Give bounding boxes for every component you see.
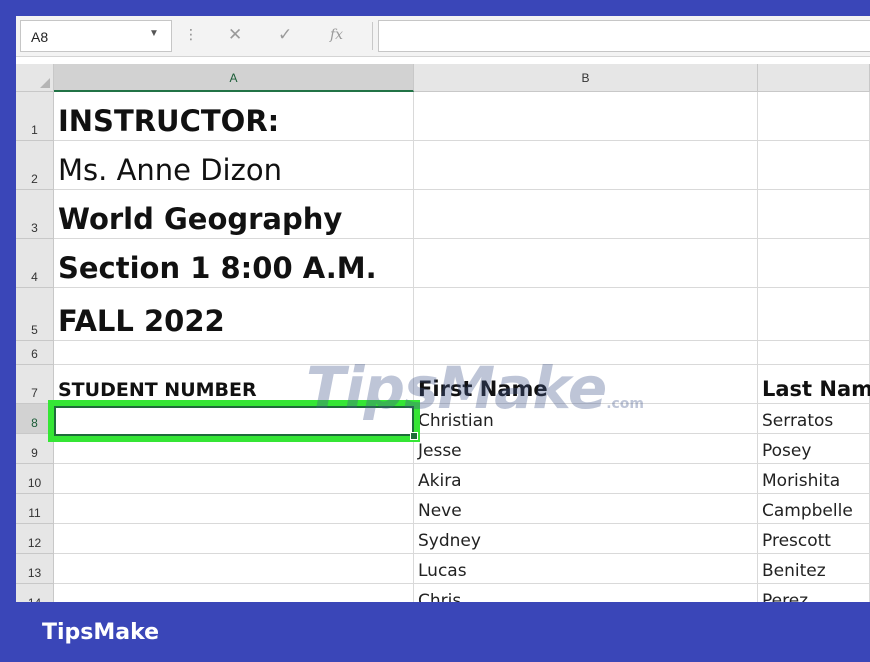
row-header[interactable]: 10 bbox=[16, 464, 54, 494]
cell-c6[interactable] bbox=[758, 341, 870, 365]
row-header[interactable]: 3 bbox=[16, 190, 54, 239]
name-box-value: A8 bbox=[31, 29, 49, 45]
cell-a14[interactable] bbox=[54, 584, 414, 602]
cell-a13[interactable] bbox=[54, 554, 414, 584]
cell-c10[interactable]: Morishita bbox=[758, 464, 870, 494]
cell-a9[interactable] bbox=[54, 434, 414, 464]
cell-c1[interactable] bbox=[758, 92, 870, 141]
cell-c2[interactable] bbox=[758, 141, 870, 190]
row-header[interactable]: 13 bbox=[16, 554, 54, 584]
cell-a6[interactable] bbox=[54, 341, 414, 365]
cell-b8[interactable]: Christian bbox=[414, 404, 758, 434]
cell-b6[interactable] bbox=[414, 341, 758, 365]
cell-b5[interactable] bbox=[414, 288, 758, 341]
more-options-icon[interactable]: ⋮ bbox=[184, 26, 198, 43]
formula-bar: A8 ▼ ⋮ ✕ ✓ fx bbox=[16, 16, 870, 57]
cell-a2[interactable]: Ms. Anne Dizon bbox=[54, 141, 414, 190]
cell-c11[interactable]: Campbelle bbox=[758, 494, 870, 524]
row-header[interactable]: 12 bbox=[16, 524, 54, 554]
close-icon[interactable]: ✕ bbox=[228, 25, 242, 45]
cell-a11[interactable] bbox=[54, 494, 414, 524]
cell-b12[interactable]: Sydney bbox=[414, 524, 758, 554]
formula-bar-divider bbox=[372, 22, 373, 50]
selected-cell-a8[interactable] bbox=[48, 400, 420, 442]
row-header[interactable]: 6 bbox=[16, 341, 54, 365]
chevron-down-icon[interactable]: ▼ bbox=[149, 28, 159, 39]
cell-a4[interactable]: Section 1 8:00 A.M. bbox=[54, 239, 414, 288]
row-header[interactable]: 1 bbox=[16, 92, 54, 141]
column-header-c[interactable] bbox=[758, 64, 870, 92]
cell-a5[interactable]: FALL 2022 bbox=[54, 288, 414, 341]
cell-b9[interactable]: Jesse bbox=[414, 434, 758, 464]
cell-b3[interactable] bbox=[414, 190, 758, 239]
spreadsheet-grid: A B 1 INSTRUCTOR: 2 Ms. Anne Dizon 3 Wor… bbox=[16, 64, 870, 602]
cell-c13[interactable]: Benitez bbox=[758, 554, 870, 584]
cell-b11[interactable]: Neve bbox=[414, 494, 758, 524]
name-box[interactable]: A8 ▼ bbox=[20, 20, 172, 52]
cell-b2[interactable] bbox=[414, 141, 758, 190]
row-header[interactable]: 9 bbox=[16, 434, 54, 464]
cell-b13[interactable]: Lucas bbox=[414, 554, 758, 584]
row-header[interactable]: 5 bbox=[16, 288, 54, 341]
cell-a7[interactable]: STUDENT NUMBER bbox=[54, 365, 414, 404]
select-all-button[interactable] bbox=[16, 64, 54, 92]
cell-c5[interactable] bbox=[758, 288, 870, 341]
column-header-b[interactable]: B bbox=[414, 64, 758, 92]
cell-c12[interactable]: Prescott bbox=[758, 524, 870, 554]
cell-c8[interactable]: Serratos bbox=[758, 404, 870, 434]
formula-input[interactable] bbox=[378, 20, 870, 52]
cell-c3[interactable] bbox=[758, 190, 870, 239]
footer-brand: TipsMake bbox=[42, 620, 160, 645]
column-header-a[interactable]: A bbox=[54, 64, 414, 92]
cell-c9[interactable]: Posey bbox=[758, 434, 870, 464]
cell-b10[interactable]: Akira bbox=[414, 464, 758, 494]
row-header[interactable]: 2 bbox=[16, 141, 54, 190]
row-header[interactable]: 11 bbox=[16, 494, 54, 524]
cell-c4[interactable] bbox=[758, 239, 870, 288]
row-header[interactable]: 8 bbox=[16, 404, 54, 434]
row-header[interactable]: 4 bbox=[16, 239, 54, 288]
cell-a1[interactable]: INSTRUCTOR: bbox=[54, 92, 414, 141]
excel-window: A8 ▼ ⋮ ✕ ✓ fx A B 1 INSTRUCTOR: 2 Ms. An… bbox=[16, 16, 870, 602]
cell-b4[interactable] bbox=[414, 239, 758, 288]
footer-bar: TipsMake bbox=[0, 602, 870, 662]
cell-b14[interactable]: Chris bbox=[414, 584, 758, 602]
row-header[interactable]: 14 bbox=[16, 584, 54, 602]
cell-a10[interactable] bbox=[54, 464, 414, 494]
cell-b1[interactable] bbox=[414, 92, 758, 141]
cell-a12[interactable] bbox=[54, 524, 414, 554]
cell-c14[interactable]: Perez bbox=[758, 584, 870, 602]
cell-c7[interactable]: Last Name bbox=[758, 365, 870, 404]
row-header[interactable]: 7 bbox=[16, 365, 54, 404]
fill-handle[interactable] bbox=[410, 432, 418, 440]
check-icon[interactable]: ✓ bbox=[278, 25, 292, 45]
cell-a3[interactable]: World Geography bbox=[54, 190, 414, 239]
cell-b7[interactable]: First Name bbox=[414, 365, 758, 404]
insert-function-icon[interactable]: fx bbox=[330, 27, 343, 43]
